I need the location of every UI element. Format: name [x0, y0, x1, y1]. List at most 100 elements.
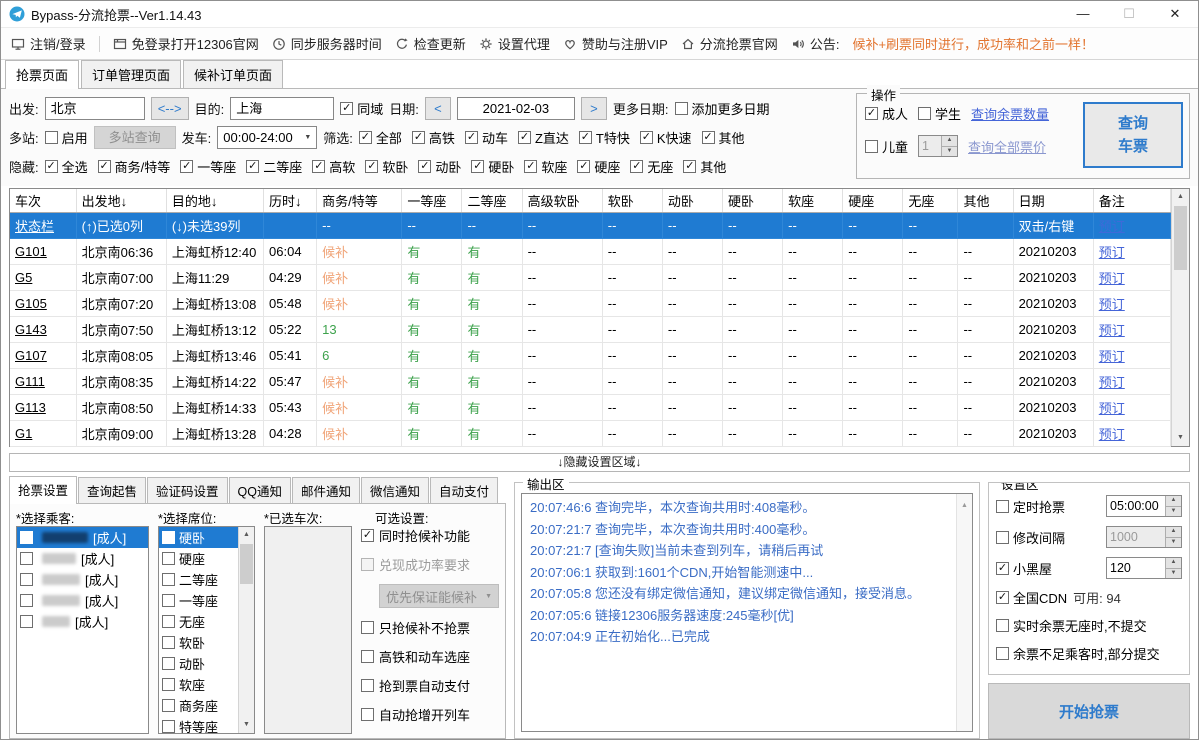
- filter-checkbox[interactable]: ✓动车: [465, 128, 508, 147]
- stepper-arrows[interactable]: ▲▼: [1165, 558, 1181, 578]
- setting-stepper[interactable]: 120▲▼: [1106, 557, 1182, 579]
- tab-item[interactable]: 候补订单页面: [183, 60, 283, 88]
- option-checkbox[interactable]: 兑现成功率要求: [361, 555, 499, 574]
- table-row[interactable]: G5北京南07:00上海11:2904:29候补有有--------------…: [10, 265, 1171, 291]
- same-region-checkbox[interactable]: ✓同域: [340, 99, 383, 118]
- hide-checkbox[interactable]: ✓二等座: [246, 157, 302, 176]
- toolbar-item[interactable]: 分流抢票官网: [681, 34, 778, 53]
- setting-stepper[interactable]: 1000▲▼: [1106, 526, 1182, 548]
- toolbar-item[interactable]: 同步服务器时间: [272, 34, 382, 53]
- tab-active[interactable]: 抢票页面: [5, 60, 79, 89]
- seat-scrollbar[interactable]: ▲ ▼: [238, 527, 254, 733]
- checkbox-icon[interactable]: [162, 678, 175, 691]
- passenger-list[interactable]: [成人][成人][成人][成人][成人]: [16, 526, 149, 734]
- column-header[interactable]: 其他: [958, 189, 1013, 213]
- bottom-tab-item[interactable]: 验证码设置: [147, 477, 228, 503]
- checkbox-icon[interactable]: [361, 679, 374, 692]
- train-link[interactable]: G113: [15, 400, 46, 415]
- column-header[interactable]: 二等座: [462, 189, 522, 213]
- hide-checkbox[interactable]: ✓硬卧: [471, 157, 514, 176]
- passenger-item[interactable]: [成人]: [17, 611, 148, 632]
- seat-item[interactable]: 无座: [159, 611, 238, 632]
- swap-stations-button[interactable]: <-->: [151, 97, 189, 120]
- checkbox-icon[interactable]: ✓: [312, 160, 325, 173]
- passenger-checkbox[interactable]: [20, 594, 37, 607]
- filter-checkbox[interactable]: ✓其他: [702, 128, 745, 147]
- option-checkbox[interactable]: 自动抢增开列车: [361, 705, 499, 724]
- checkbox-icon[interactable]: [162, 552, 175, 565]
- checkbox-icon[interactable]: ✓: [683, 160, 696, 173]
- column-header[interactable]: 硬卧: [722, 189, 782, 213]
- checkbox-icon[interactable]: ✓: [412, 131, 425, 144]
- checkbox-icon[interactable]: ✓: [518, 131, 531, 144]
- table-row[interactable]: G105北京南07:20上海虹桥13:0805:48候补有有----------…: [10, 291, 1171, 317]
- passenger-checkbox[interactable]: [20, 573, 37, 586]
- toolbar-item[interactable]: 赞助与注册VIP: [563, 34, 668, 53]
- table-row[interactable]: G143北京南07:50上海虹桥13:1205:2213有有----------…: [10, 317, 1171, 343]
- column-header[interactable]: 备注: [1093, 189, 1170, 213]
- maximize-button[interactable]: ☐: [1106, 1, 1152, 27]
- seat-item[interactable]: 软座: [159, 674, 238, 695]
- train-link[interactable]: G107: [15, 348, 47, 363]
- train-link[interactable]: G1: [15, 426, 32, 441]
- table-row[interactable]: 状态栏(↑)已选0列(↓)未选39列--------------------双击…: [10, 213, 1171, 239]
- multi-station-query-button[interactable]: 多站查询: [94, 126, 176, 149]
- arrow-up-icon[interactable]: ▲: [1166, 558, 1181, 569]
- checkbox-icon[interactable]: [361, 650, 374, 663]
- column-header[interactable]: 车次: [10, 189, 76, 213]
- seat-checkbox[interactable]: 硬座: [162, 549, 205, 568]
- checkbox-icon[interactable]: [361, 708, 374, 721]
- toolbar-item[interactable]: 免登录打开12306官网: [113, 34, 259, 53]
- checkbox-icon[interactable]: [162, 636, 175, 649]
- status-bar-link[interactable]: 状态栏: [15, 219, 54, 234]
- minimize-button[interactable]: —: [1060, 1, 1106, 27]
- checkbox-icon[interactable]: [162, 594, 175, 607]
- toolbar-item[interactable]: 公告:: [791, 34, 840, 53]
- hide-checkbox[interactable]: ✓全选: [45, 157, 88, 176]
- passenger-item[interactable]: [成人]: [17, 590, 148, 611]
- checkbox-icon[interactable]: ✓: [361, 529, 374, 542]
- hide-settings-divider[interactable]: ↓隐藏设置区域↓: [9, 453, 1190, 472]
- checkbox-icon[interactable]: [361, 558, 374, 571]
- checkbox-icon[interactable]: ✓: [702, 131, 715, 144]
- checkbox-icon[interactable]: ✓: [577, 160, 590, 173]
- stepper-arrows[interactable]: ▲▼: [1165, 496, 1181, 516]
- seat-item[interactable]: 软卧: [159, 632, 238, 653]
- checkbox-icon[interactable]: ✓: [471, 160, 484, 173]
- book-link[interactable]: 预订: [1099, 401, 1125, 416]
- passenger-item[interactable]: [成人]: [17, 527, 148, 548]
- checkbox-icon[interactable]: ✓: [524, 160, 537, 173]
- output-log[interactable]: ▲ 20:07:46:6 查询完毕，本次查询共用时:408毫秒。20:07:21…: [521, 493, 973, 732]
- checkbox-icon[interactable]: [162, 657, 175, 670]
- seat-checkbox[interactable]: 一等座: [162, 591, 218, 610]
- seat-checkbox[interactable]: 动卧: [162, 654, 205, 673]
- column-header[interactable]: 一等座: [402, 189, 462, 213]
- log-scrollbar[interactable]: ▲: [956, 494, 972, 731]
- dest-input[interactable]: 上海: [230, 97, 334, 120]
- child-count-stepper[interactable]: 1 ▲▼: [918, 135, 958, 157]
- stepper-arrows[interactable]: ▲▼: [941, 136, 957, 156]
- book-link[interactable]: 预订: [1099, 349, 1125, 364]
- checkbox-icon[interactable]: [162, 573, 175, 586]
- checkbox-icon[interactable]: [20, 552, 33, 565]
- scroll-up-icon[interactable]: ▲: [1172, 189, 1189, 205]
- scroll-down-icon[interactable]: ▼: [1172, 430, 1189, 446]
- checkbox-icon[interactable]: [162, 615, 175, 628]
- column-header[interactable]: 历时↓: [264, 189, 317, 213]
- multi-enable-checkbox[interactable]: 启用: [45, 128, 88, 147]
- checkbox-icon[interactable]: ✓: [579, 131, 592, 144]
- scrollbar-thumb[interactable]: [240, 544, 253, 584]
- checkbox-icon[interactable]: ✓: [418, 160, 431, 173]
- student-checkbox[interactable]: 学生: [918, 104, 961, 123]
- checkbox-icon[interactable]: [996, 619, 1009, 632]
- setting-checkbox[interactable]: 定时抢票: [996, 497, 1065, 516]
- seat-item[interactable]: 二等座: [159, 569, 238, 590]
- passenger-item[interactable]: [成人]: [17, 548, 148, 569]
- setting-checkbox[interactable]: 修改间隔: [996, 528, 1065, 547]
- passenger-checkbox[interactable]: [20, 615, 37, 628]
- arrow-up-icon[interactable]: ▲: [942, 136, 957, 147]
- checkbox-icon[interactable]: [45, 131, 58, 144]
- setting-stepper[interactable]: 05:00:00▲▼: [1106, 495, 1182, 517]
- book-link[interactable]: 预订: [1099, 297, 1125, 312]
- cdn-checkbox[interactable]: ✓全国CDN: [996, 588, 1067, 607]
